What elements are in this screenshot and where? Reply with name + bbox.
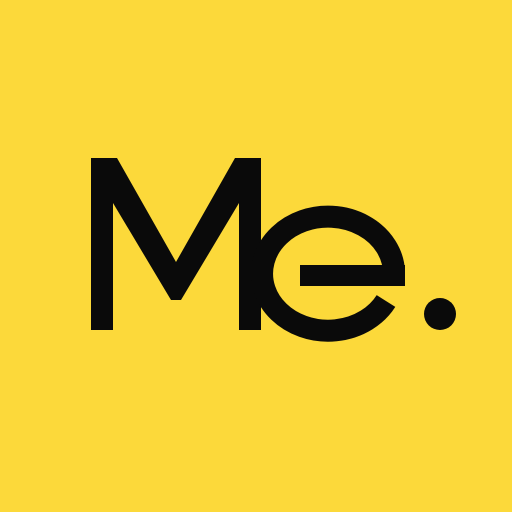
me-logo [91,158,456,342]
logo-period [424,298,456,330]
logo-letter-e-bar [300,265,405,286]
app-icon-background [0,0,512,512]
logo-letter-m [91,158,261,330]
